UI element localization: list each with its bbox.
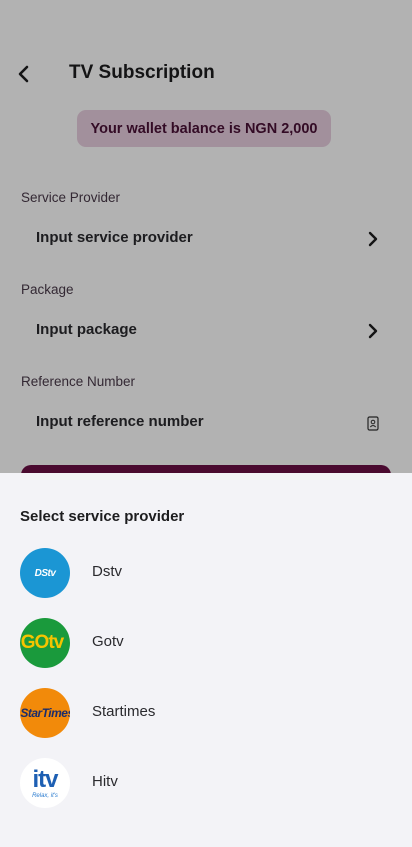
- provider-item-dstv[interactable]: DStv Dstv: [20, 548, 392, 598]
- provider-name: Hitv: [92, 773, 118, 790]
- provider-name: Startimes: [92, 703, 156, 720]
- dstv-logo: DStv: [20, 548, 70, 598]
- provider-name: Gotv: [92, 633, 124, 650]
- provider-item-hitv[interactable]: itv Relax, it's Hitv: [20, 758, 392, 808]
- provider-bottom-sheet: Select service provider DStv Dstv GOtv G…: [0, 473, 412, 847]
- startimes-logo: StarTimes: [20, 688, 70, 738]
- provider-item-gotv[interactable]: GOtv Gotv: [20, 618, 392, 668]
- provider-item-startimes[interactable]: StarTimes Startimes: [20, 688, 392, 738]
- sheet-title: Select service provider: [20, 508, 185, 525]
- provider-name: Dstv: [92, 563, 122, 580]
- hitv-logo: itv Relax, it's: [20, 758, 70, 808]
- gotv-logo: GOtv: [20, 618, 70, 668]
